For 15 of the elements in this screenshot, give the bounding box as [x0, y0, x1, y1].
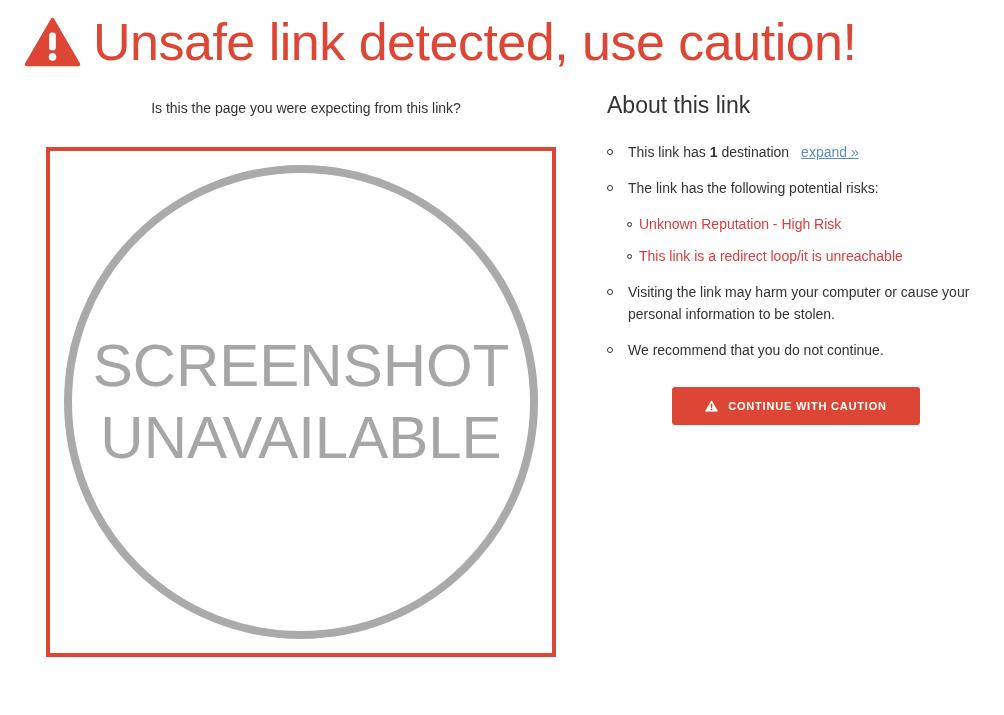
info-text: This link has 1 destination	[628, 143, 790, 162]
placeholder-text: SCREENSHOT	[92, 331, 510, 401]
risk-text: This link is a redirect loop/it is unreachable	[639, 247, 903, 266]
warning-icon	[705, 400, 719, 412]
info-text: The link has the following potential risks:	[628, 179, 879, 198]
info-text: We recommend that you do not continue.	[628, 341, 884, 360]
page-title: Unsafe link detected, use caution!	[93, 16, 857, 68]
info-text: Visiting the link may harm your computer or cause your personal information to be stolen.	[628, 283, 971, 324]
warning-icon	[24, 16, 81, 68]
continue-button[interactable]: CONTINUE WITH CAUTION	[672, 387, 920, 425]
section-heading: About this link	[607, 94, 752, 117]
preview-question: Is this the page you were expecting from this link?	[151, 99, 461, 118]
expand-link[interactable]: expand »	[801, 141, 859, 163]
risk-text: Unknown Reputation - High Risk	[639, 215, 842, 234]
placeholder-text: UNAVAILABLE	[100, 403, 502, 473]
